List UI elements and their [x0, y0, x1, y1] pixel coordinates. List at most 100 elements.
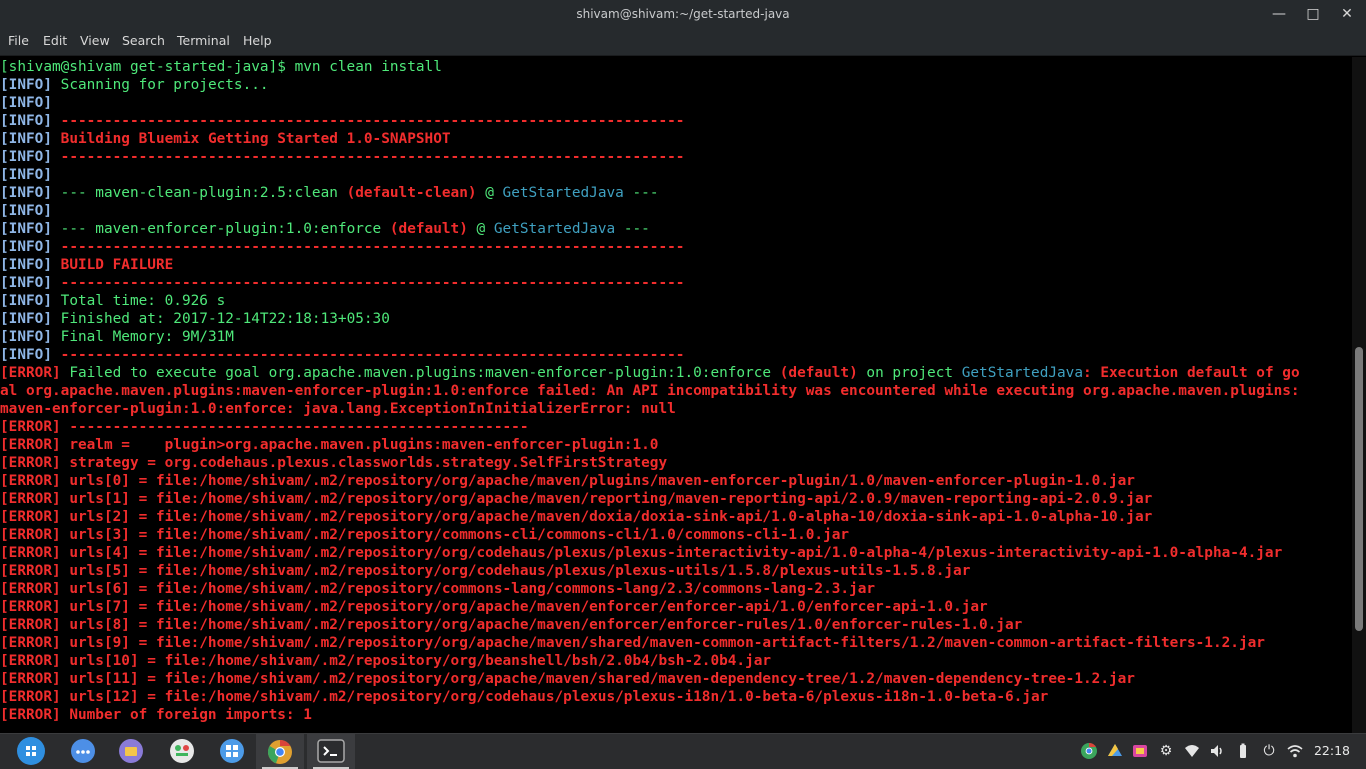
- log-text: on project: [857, 365, 962, 381]
- power-icon[interactable]: ⏻: [1260, 742, 1278, 760]
- chrome-taskbar-item[interactable]: [256, 734, 304, 769]
- terminal-line: [INFO]: [0, 94, 1352, 112]
- log-text: Final Memory: 9M/31M: [60, 329, 234, 345]
- window-titlebar[interactable]: shivam@shivam:~/get-started-java — □ ✕: [0, 0, 1366, 29]
- terminal-output[interactable]: [shivam@shivam get-started-java]$ mvn cl…: [0, 57, 1352, 734]
- log-text: Finished at: 2017-12-14T22:18:13+05:30: [60, 311, 390, 327]
- log-text: urls[6] = file:/home/shivam/.m2/reposito…: [69, 581, 876, 597]
- log-level-tag: [INFO]: [0, 185, 61, 201]
- apps-grid-icon[interactable]: [218, 737, 246, 765]
- log-level-tag: [INFO]: [0, 95, 52, 111]
- store-tray-icon[interactable]: [1131, 742, 1149, 760]
- log-text: Failed to execute goal org.apache.maven.…: [69, 365, 780, 381]
- log-text: [ERROR]: [0, 581, 70, 597]
- maximize-button[interactable]: □: [1296, 0, 1330, 29]
- log-text: urls[11] = file:/home/shivam/.m2/reposit…: [69, 671, 1135, 687]
- log-text: maven-enforcer-plugin:1.0:enforce: java.…: [0, 401, 676, 417]
- log-text: --- maven-enforcer-plugin:1.0:enforce: [60, 221, 390, 237]
- log-text: [ERROR]: [0, 671, 70, 687]
- log-text: [ERROR]: [0, 617, 70, 633]
- terminal-line: [ERROR] urls[11] = file:/home/shivam/.m2…: [0, 670, 1352, 688]
- log-text: Number of foreign imports: 1: [69, 707, 312, 723]
- log-text: urls[1] = file:/home/shivam/.m2/reposito…: [69, 491, 1153, 507]
- terminal-line: [INFO] Final Memory: 9M/31M: [0, 328, 1352, 346]
- log-text: [ERROR]: [0, 635, 70, 651]
- terminal-line: [ERROR] urls[5] = file:/home/shivam/.m2/…: [0, 562, 1352, 580]
- menu-view[interactable]: View: [80, 33, 110, 48]
- terminal-line: [INFO] --- maven-enforcer-plugin:1.0:enf…: [0, 220, 1352, 238]
- log-text: GetStartedJava: [961, 365, 1084, 381]
- log-text: : Execution default of go: [1083, 365, 1300, 381]
- network-icon[interactable]: [1286, 742, 1304, 760]
- log-text: [ERROR]: [0, 473, 70, 489]
- terminal-line: [INFO] ---------------------------------…: [0, 346, 1352, 364]
- log-text: [ERROR]: [0, 509, 70, 525]
- terminal-line: [ERROR] urls[2] = file:/home/shivam/.m2/…: [0, 508, 1352, 526]
- log-text: urls[8] = file:/home/shivam/.m2/reposito…: [69, 617, 1023, 633]
- launcher-icon[interactable]: [17, 737, 45, 765]
- terminal-taskbar-item[interactable]: [307, 734, 355, 769]
- log-text: ----------------------------------------…: [60, 347, 685, 363]
- terminal-line: [INFO] Scanning for projects...: [0, 76, 1352, 94]
- log-text: [ERROR]: [0, 545, 70, 561]
- log-level-tag: [INFO]: [0, 347, 61, 363]
- menu-terminal[interactable]: Terminal: [177, 33, 230, 48]
- log-text: ---: [615, 221, 650, 237]
- log-text: [ERROR]: [0, 419, 70, 435]
- log-text: Scanning for projects...: [60, 77, 269, 93]
- terminal-line: [ERROR] urls[8] = file:/home/shivam/.m2/…: [0, 616, 1352, 634]
- menu-file[interactable]: File: [8, 33, 29, 48]
- terminal-scrollbar[interactable]: [1352, 57, 1366, 733]
- volume-icon[interactable]: [1208, 742, 1226, 760]
- log-text: [ERROR]: [0, 653, 70, 669]
- log-level-tag: [INFO]: [0, 113, 61, 129]
- log-text: Building Bluemix Getting Started 1.0-SNA…: [60, 131, 451, 147]
- log-text: urls[9] = file:/home/shivam/.m2/reposito…: [69, 635, 1265, 651]
- log-level-tag: [INFO]: [0, 239, 61, 255]
- log-level-tag: [INFO]: [0, 203, 52, 219]
- log-text: [ERROR]: [0, 599, 70, 615]
- log-level-tag: [INFO]: [0, 311, 61, 327]
- log-text: [ERROR]: [0, 527, 70, 543]
- tasks-icon[interactable]: [168, 737, 196, 765]
- log-text: urls[2] = file:/home/shivam/.m2/reposito…: [69, 509, 1153, 525]
- log-text: urls[10] = file:/home/shivam/.m2/reposit…: [69, 653, 772, 669]
- terminal-line: [INFO] ---------------------------------…: [0, 112, 1352, 130]
- log-text: [ERROR]: [0, 491, 70, 507]
- taskbar: ⚙ ⏻ 22:18: [0, 733, 1366, 769]
- log-text: strategy = org.codehaus.plexus.classworl…: [69, 455, 668, 471]
- menu-bar: File Edit View Search Terminal Help: [0, 29, 1366, 56]
- log-level-tag: [INFO]: [0, 257, 61, 273]
- terminal-line: [ERROR] urls[0] = file:/home/shivam/.m2/…: [0, 472, 1352, 490]
- log-text: BUILD FAILURE: [60, 257, 174, 273]
- battery-icon[interactable]: [1234, 742, 1252, 760]
- log-text: @: [467, 221, 494, 237]
- log-text: --- maven-clean-plugin:2.5:clean: [60, 185, 347, 201]
- close-button[interactable]: ✕: [1330, 0, 1364, 29]
- log-text: GetStartedJava: [493, 221, 616, 237]
- terminal-line: [ERROR] urls[7] = file:/home/shivam/.m2/…: [0, 598, 1352, 616]
- terminal-line: [ERROR] Number of foreign imports: 1: [0, 706, 1352, 724]
- wifi-icon[interactable]: [1183, 742, 1201, 760]
- drive-tray-icon[interactable]: [1106, 742, 1124, 760]
- chrome-tray-icon[interactable]: [1080, 742, 1098, 760]
- terminal-line: [ERROR] urls[12] = file:/home/shivam/.m2…: [0, 688, 1352, 706]
- log-text: urls[3] = file:/home/shivam/.m2/reposito…: [69, 527, 850, 543]
- log-text: urls[12] = file:/home/shivam/.m2/reposit…: [69, 689, 1049, 705]
- scrollbar-thumb[interactable]: [1355, 347, 1363, 631]
- menu-edit[interactable]: Edit: [43, 33, 67, 48]
- gear-icon[interactable]: ⚙: [1157, 742, 1175, 760]
- log-text: @: [476, 185, 503, 201]
- log-text: (default): [779, 365, 858, 381]
- log-level-tag: [INFO]: [0, 275, 61, 291]
- clock: 22:18: [1313, 743, 1350, 758]
- menu-help[interactable]: Help: [243, 33, 272, 48]
- files-icon[interactable]: [117, 737, 145, 765]
- terminal-line: [INFO] ---------------------------------…: [0, 148, 1352, 166]
- terminal-line: [ERROR] strategy = org.codehaus.plexus.c…: [0, 454, 1352, 472]
- terminal-line: [INFO]: [0, 166, 1352, 184]
- minimize-button[interactable]: —: [1262, 0, 1296, 29]
- terminal-line: [ERROR] --------------------------------…: [0, 418, 1352, 436]
- menu-search[interactable]: Search: [122, 33, 165, 48]
- dots-menu-icon[interactable]: [69, 737, 97, 765]
